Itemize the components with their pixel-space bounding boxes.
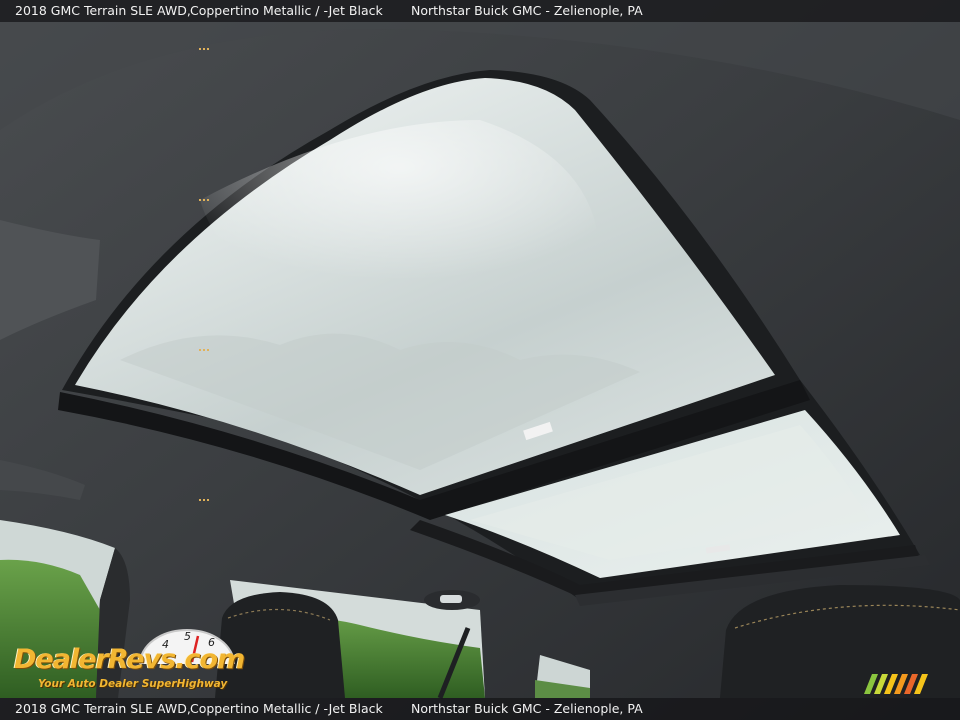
logo-tagline: Your Auto Dealer SuperHighway — [38, 678, 228, 690]
caption-bar-top: 2018 GMC Terrain SLE AWD, Coppertino Met… — [0, 0, 960, 22]
color-stripes-icon — [864, 674, 928, 694]
caption-color: Coppertino Metallic / -Jet Black — [190, 3, 383, 18]
caption-model: 2018 GMC Terrain SLE AWD, — [15, 3, 191, 18]
caption-model-bottom: 2018 GMC Terrain SLE AWD, — [15, 701, 191, 716]
logo-text: DealerRevs.com — [14, 644, 245, 675]
caption-bar-bottom: 2018 GMC Terrain SLE AWD, Coppertino Met… — [0, 698, 960, 720]
caption-dealer: Northstar Buick GMC - Zelienople, PA — [411, 3, 643, 18]
caption-color-bottom: Coppertino Metallic / -Jet Black — [190, 701, 383, 716]
dealerrevs-logo: 4 5 6 DealerRevs.com Your Auto Dealer Su… — [12, 622, 267, 694]
sunroof-interior-photo — [0, 0, 960, 720]
caption-dealer-bottom: Northstar Buick GMC - Zelienople, PA — [411, 701, 643, 716]
gauge-number-5: 5 — [184, 630, 191, 643]
